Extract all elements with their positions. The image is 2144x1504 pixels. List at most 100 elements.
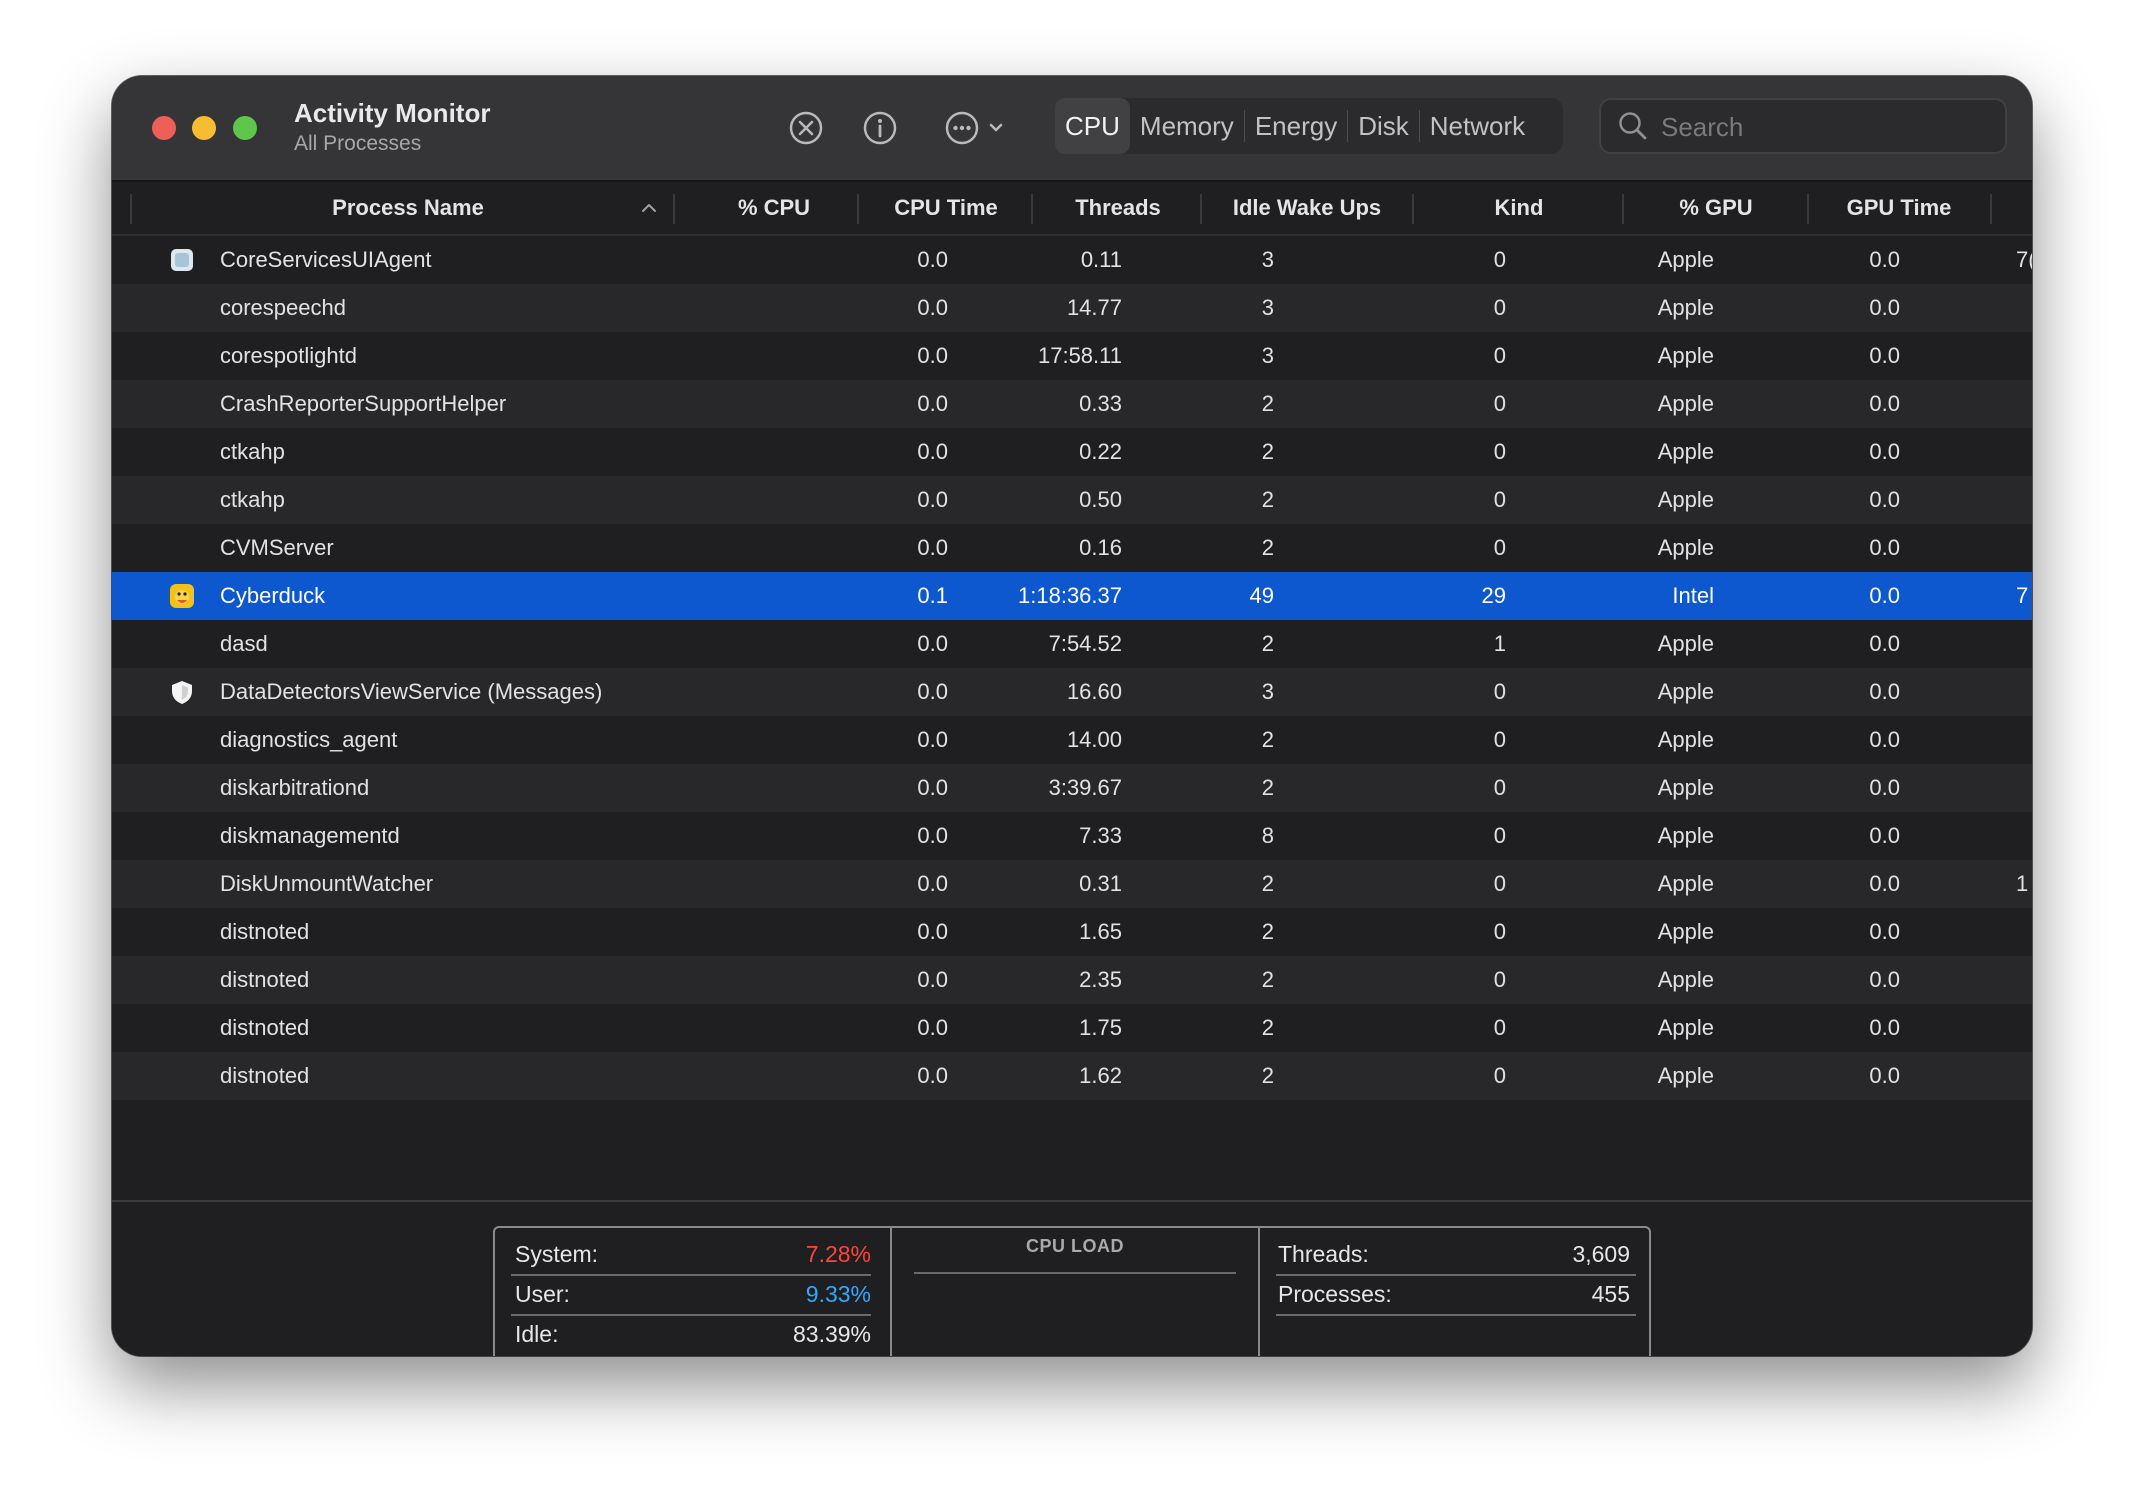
- gpu-time-cell: 0.00: [1922, 476, 2032, 524]
- gpu-percent-cell: 0.0: [1869, 343, 1900, 368]
- table-row[interactable]: corespeechd 0.0 14.77 3 0 Apple 0.0 0.00: [112, 284, 2032, 332]
- kind-cell: Apple: [1657, 439, 1714, 464]
- threads-cell: 49: [1249, 583, 1274, 608]
- cpu-percent-cell: 0.0: [917, 679, 948, 704]
- column-divider: [1412, 194, 1414, 224]
- threads-cell: 2: [1261, 631, 1274, 656]
- column-cpu-time[interactable]: CPU Time: [862, 182, 1030, 234]
- cpu-time-cell: 0.50: [1079, 487, 1122, 512]
- process-name-cell: diskarbitrationd: [220, 775, 370, 800]
- table-row[interactable]: diagnostics_agent 0.0 14.00 2 0 Apple 0.0 0.00: [112, 716, 2032, 764]
- cpu-time-cell: 1:18:36.37: [1018, 583, 1122, 608]
- gpu-percent-cell: 0.0: [1869, 871, 1900, 896]
- gpu-time-cell: 0.00: [1922, 1052, 2032, 1100]
- core-services-icon: [171, 249, 193, 271]
- threads-cell: 2: [1261, 439, 1274, 464]
- gpu-time-cell: 0.00: [1922, 764, 2032, 812]
- cpu-stats-box: System: 7.28% User: 9.33% Idle: 83.39% C…: [493, 1226, 1651, 1356]
- threads-cell: 2: [1261, 919, 1274, 944]
- sort-ascending-icon[interactable]: [639, 198, 659, 218]
- tab-memory[interactable]: Memory: [1130, 98, 1244, 154]
- column-cpu-percent[interactable]: % CPU: [712, 182, 836, 234]
- cpu-percent-cell: 0.0: [917, 247, 948, 272]
- table-row[interactable]: ctkahp 0.0 0.22 2 0 Apple 0.0 0.00: [112, 428, 2032, 476]
- gpu-percent-cell: 0.0: [1869, 727, 1900, 752]
- column-process-name[interactable]: Process Name: [312, 182, 504, 234]
- process-name-cell: CoreServicesUIAgent: [220, 247, 432, 272]
- table-row[interactable]: distnoted 0.0 1.75 2 0 Apple 0.0 0.00: [112, 1004, 2032, 1052]
- process-name-cell: distnoted: [220, 919, 310, 944]
- stat-divider: [1276, 1314, 1636, 1316]
- close-window-button[interactable]: [152, 116, 176, 140]
- kind-cell: Apple: [1657, 775, 1714, 800]
- gpu-time-cell: 0.00: [1922, 284, 2032, 332]
- cpu-percent-cell: 0.0: [917, 967, 948, 992]
- cpu-load-graph-panel: CPU LOAD: [892, 1228, 1260, 1356]
- inspect-process-button[interactable]: [858, 106, 902, 150]
- column-gpu-time[interactable]: GPU Time: [1812, 182, 1986, 234]
- threads-cell: 2: [1261, 727, 1274, 752]
- stop-process-button[interactable]: [784, 106, 828, 150]
- kind-cell: Apple: [1657, 871, 1714, 896]
- process-name-cell: corespotlightd: [220, 343, 357, 368]
- column-gpu-percent[interactable]: % GPU: [1627, 182, 1805, 234]
- process-name-cell: distnoted: [220, 1063, 310, 1088]
- idle-wake-ups-cell: 0: [1493, 391, 1506, 416]
- user-value: 9.33%: [805, 1281, 871, 1307]
- column-divider: [673, 194, 675, 224]
- kind-cell: Apple: [1657, 727, 1714, 752]
- table-row[interactable]: ctkahp 0.0 0.50 2 0 Apple 0.0 0.00: [112, 476, 2032, 524]
- system-label: System:: [515, 1241, 599, 1267]
- gpu-time-cell: 0.00: [1922, 812, 2032, 860]
- table-row[interactable]: corespotlightd 0.0 17:58.11 3 0 Apple 0.0 0.00: [112, 332, 2032, 380]
- tab-cpu[interactable]: CPU: [1055, 98, 1130, 154]
- idle-label: Idle:: [515, 1321, 559, 1347]
- tab-network[interactable]: Network: [1420, 98, 1535, 154]
- threads-cell: 2: [1261, 775, 1274, 800]
- more-options-button[interactable]: [940, 106, 1016, 150]
- gpu-percent-cell: 0.0: [1869, 583, 1900, 608]
- table-row[interactable]: dasd 0.0 7:54.52 2 1 Apple 0.0 0.00: [112, 620, 2032, 668]
- idle-wake-ups-cell: 0: [1493, 775, 1506, 800]
- table-row[interactable]: diskmanagementd 0.0 7.33 8 0 Apple 0.0 0.00: [112, 812, 2032, 860]
- gpu-time-cell: 0.00: [1922, 1004, 2032, 1052]
- table-row[interactable]: CoreServicesUIAgent0.00.1130Apple0.00.00…: [112, 236, 2032, 284]
- idle-wake-ups-cell: 0: [1493, 487, 1506, 512]
- table-row[interactable]: distnoted 0.0 1.65 2 0 Apple 0.0 0.00: [112, 908, 2032, 956]
- column-kind[interactable]: Kind: [1417, 182, 1621, 234]
- column-threads[interactable]: Threads: [1037, 182, 1199, 234]
- zoom-window-button[interactable]: [233, 116, 257, 140]
- gpu-time-cell: 0.00: [1922, 956, 2032, 1004]
- gpu-percent-cell: 0.0: [1869, 535, 1900, 560]
- tab-disk[interactable]: Disk: [1348, 98, 1419, 154]
- tab-energy[interactable]: Energy: [1245, 98, 1347, 154]
- table-row[interactable]: DataDetectorsViewService (Messages) 0.0 16…: [112, 668, 2032, 716]
- kind-cell: Apple: [1657, 1015, 1714, 1040]
- kind-cell: Apple: [1657, 391, 1714, 416]
- cpu-percent-cell: 0.0: [917, 535, 948, 560]
- minimize-window-button[interactable]: [192, 116, 216, 140]
- table-row[interactable]: CVMServer 0.0 0.16 2 0 Apple 0.0 0.00: [112, 524, 2032, 572]
- kind-cell: Apple: [1657, 247, 1714, 272]
- table-row[interactable]: DiskUnmountWatcher0.00.3120Apple0.00.001: [112, 860, 2032, 908]
- cpu-percent-cell: 0.1: [917, 583, 948, 608]
- table-row[interactable]: distnoted 0.0 1.62 2 0 Apple 0.0 0.00: [112, 1052, 2032, 1100]
- column-divider: [1622, 194, 1624, 224]
- cpu-time-cell: 0.31: [1079, 871, 1122, 896]
- search-input[interactable]: [1659, 108, 1993, 146]
- idle-wake-ups-cell: 0: [1493, 1015, 1506, 1040]
- process-name-cell: CrashReporterSupportHelper: [220, 391, 507, 416]
- table-row[interactable]: diskarbitrationd 0.0 3:39.67 2 0 Apple 0.0 0.00: [112, 764, 2032, 812]
- threads-label: Threads:: [1278, 1241, 1369, 1267]
- table-row[interactable]: distnoted 0.0 2.35 2 0 Apple 0.0 0.00: [112, 956, 2032, 1004]
- table-row[interactable]: Cyberduck0.11:18:36.374929Intel0.00.017: [112, 572, 2032, 620]
- cpu-percent-cell: 0.0: [917, 727, 948, 752]
- idle-wake-ups-cell: 0: [1493, 967, 1506, 992]
- gpu-percent-cell: 0.0: [1869, 919, 1900, 944]
- cpu-percent-cell: 0.0: [917, 439, 948, 464]
- column-idle-wake-ups[interactable]: Idle Wake Ups: [1207, 182, 1407, 234]
- cpu-time-cell: 7.33: [1079, 823, 1122, 848]
- table-row[interactable]: CrashReporterSupportHelper 0.0 0.33 2 0 Apple…: [112, 380, 2032, 428]
- search-field[interactable]: [1599, 98, 2007, 154]
- kind-cell: Apple: [1657, 1063, 1714, 1088]
